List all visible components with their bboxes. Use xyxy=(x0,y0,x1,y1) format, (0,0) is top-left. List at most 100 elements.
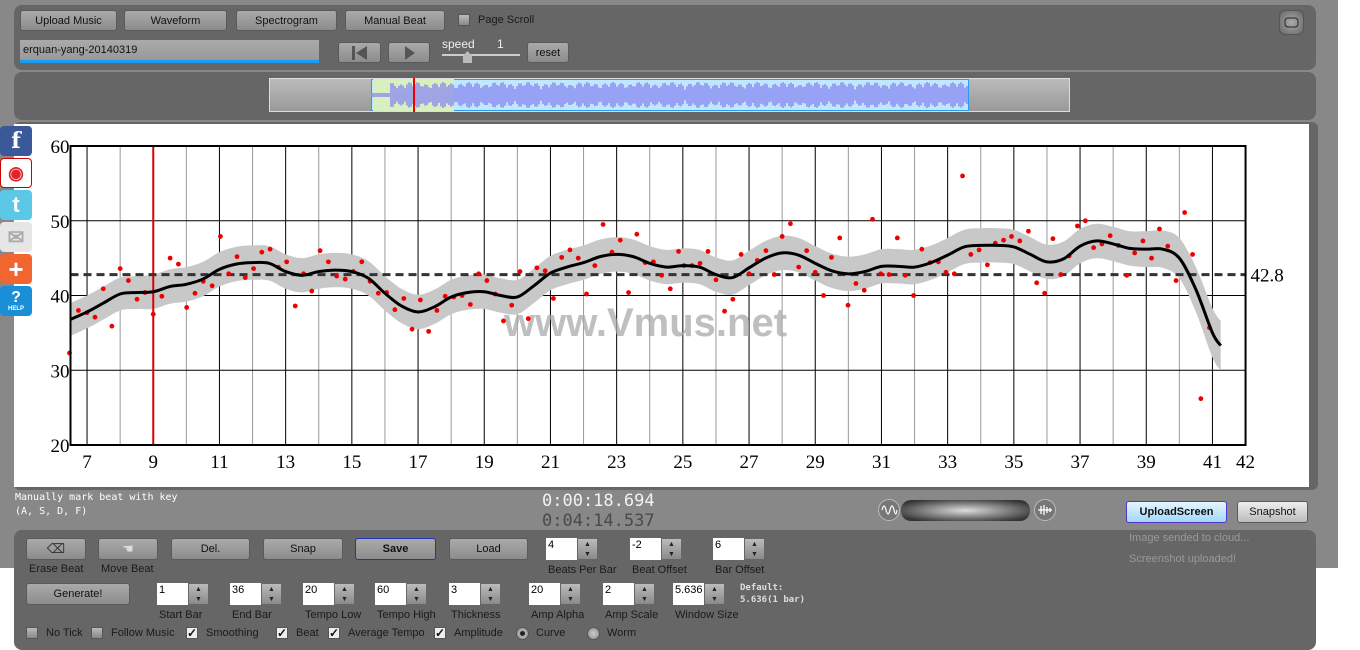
arrow-up-icon[interactable]: ▲ xyxy=(711,586,718,593)
arrow-down-icon[interactable]: ▼ xyxy=(584,551,591,558)
arrow-down-icon[interactable]: ▼ xyxy=(711,596,718,603)
arrow-up-icon[interactable]: ▲ xyxy=(341,586,348,593)
amp-alpha-spinner[interactable]: 20 ▲ ▼ xyxy=(529,583,581,605)
worm-radio[interactable] xyxy=(587,627,600,640)
waveform-button[interactable]: Waveform xyxy=(124,10,227,31)
beat-tempo-point xyxy=(659,272,665,278)
volume-slider[interactable] xyxy=(901,500,1030,521)
tempo-low-input[interactable]: 20 xyxy=(303,583,334,605)
beat-checkbox[interactable]: ✓ xyxy=(276,627,288,639)
speed-slider[interactable] xyxy=(442,54,520,56)
end-bar-spinner[interactable]: 36 ▲ ▼ xyxy=(230,583,282,605)
upload-music-button[interactable]: Upload Music xyxy=(20,10,117,31)
manual-beat-button[interactable]: Manual Beat xyxy=(345,10,445,31)
arrow-down-icon[interactable]: ▼ xyxy=(641,596,648,603)
arrow-up-icon[interactable]: ▲ xyxy=(584,541,591,548)
beat-offset-input[interactable]: -2 xyxy=(630,538,661,560)
tempo-high-spinner[interactable]: 60 ▲ ▼ xyxy=(375,583,427,605)
mail-icon[interactable]: ✉ xyxy=(0,222,32,252)
window-size-stepper[interactable]: ▲ ▼ xyxy=(704,583,725,605)
arrow-down-icon[interactable]: ▼ xyxy=(751,551,758,558)
arrow-up-icon[interactable]: ▲ xyxy=(195,586,202,593)
bar-offset-input[interactable]: 6 xyxy=(713,538,744,560)
thickness-spinner[interactable]: 3 ▲ ▼ xyxy=(449,583,501,605)
snapshot-button[interactable]: Snapshot xyxy=(1237,501,1308,523)
beat-offset-stepper[interactable]: ▲ ▼ xyxy=(661,538,682,560)
follow-music-checkbox[interactable] xyxy=(91,627,103,639)
title-input[interactable]: erquan-yang-20140319 xyxy=(20,40,319,63)
beats-per-bar-stepper[interactable]: ▲ ▼ xyxy=(577,538,598,560)
bar-offset-stepper[interactable]: ▲ ▼ xyxy=(744,538,765,560)
delete-button[interactable]: Del. xyxy=(171,538,250,560)
playhead[interactable] xyxy=(413,78,415,112)
arrow-down-icon[interactable]: ▼ xyxy=(341,596,348,603)
arrow-up-icon[interactable]: ▲ xyxy=(268,586,275,593)
tempo-low-stepper[interactable]: ▲ ▼ xyxy=(334,583,355,605)
beat-offset-spinner[interactable]: -2 ▲ ▼ xyxy=(630,538,682,560)
arrow-down-icon[interactable]: ▼ xyxy=(487,596,494,603)
skip-back-button[interactable] xyxy=(338,42,381,63)
help-icon[interactable]: ? HELP xyxy=(0,286,32,316)
arrow-up-icon[interactable]: ▲ xyxy=(668,541,675,548)
amp-alpha-input[interactable]: 20 xyxy=(529,583,560,605)
arrow-up-icon[interactable]: ▲ xyxy=(567,586,574,593)
amp-alpha-stepper[interactable]: ▲ ▼ xyxy=(560,583,581,605)
tempo-high-stepper[interactable]: ▲ ▼ xyxy=(406,583,427,605)
start-bar-spinner[interactable]: 1 ▲ ▼ xyxy=(157,583,209,605)
generate-button[interactable]: Generate! xyxy=(26,583,130,605)
audio-wave-icon[interactable] xyxy=(1034,499,1056,521)
tempo-chart[interactable]: www.Vmus.net 7 9 11 13 15 17 19 21 23 25 27 29 31 33 35… xyxy=(14,124,1309,487)
arrow-up-icon[interactable]: ▲ xyxy=(487,586,494,593)
window-size-spinner[interactable]: 5.636 ▲ ▼ xyxy=(673,583,725,605)
average-tempo-checkbox[interactable]: ✓ xyxy=(328,627,340,639)
window-size-input[interactable]: 5.636 xyxy=(673,583,704,605)
arrow-down-icon[interactable]: ▼ xyxy=(567,596,574,603)
start-bar-input[interactable]: 1 xyxy=(157,583,188,605)
thickness-stepper[interactable]: ▲ ▼ xyxy=(480,583,501,605)
fullscreen-icon[interactable] xyxy=(1279,10,1304,35)
amp-scale-stepper[interactable]: ▲ ▼ xyxy=(634,583,655,605)
arrow-up-icon[interactable]: ▲ xyxy=(751,541,758,548)
bar-offset-label: Bar Offset xyxy=(715,564,765,576)
beats-per-bar-input[interactable]: 4 xyxy=(546,538,577,560)
move-beat-button[interactable]: ☚ xyxy=(98,538,158,560)
thickness-input[interactable]: 3 xyxy=(449,583,480,605)
worm-label: Worm xyxy=(607,627,637,639)
tempo-high-input[interactable]: 60 xyxy=(375,583,406,605)
arrow-up-icon[interactable]: ▲ xyxy=(413,586,420,593)
no-tick-checkbox[interactable] xyxy=(26,627,38,639)
save-button[interactable]: Save xyxy=(355,538,436,560)
waveform-overview[interactable] xyxy=(269,78,1070,112)
tempo-low-spinner[interactable]: 20 ▲ ▼ xyxy=(303,583,355,605)
weibo-icon[interactable]: ◉ xyxy=(0,158,32,188)
x-tick-label: 37 xyxy=(1071,452,1090,473)
facebook-icon[interactable]: f xyxy=(0,126,32,156)
upload-screen-button[interactable]: UploadScreen xyxy=(1126,501,1227,523)
arrow-up-icon[interactable]: ▲ xyxy=(641,586,648,593)
plus-share-icon[interactable]: + xyxy=(0,254,32,284)
load-button[interactable]: Load xyxy=(449,538,528,560)
spectrogram-button[interactable]: Spectrogram xyxy=(236,10,337,31)
erase-beat-button[interactable]: ⌫ xyxy=(26,538,86,560)
snap-button[interactable]: Snap xyxy=(263,538,343,560)
arrow-down-icon[interactable]: ▼ xyxy=(268,596,275,603)
amplitude-checkbox[interactable]: ✓ xyxy=(434,627,446,639)
page-scroll-checkbox[interactable] xyxy=(458,14,470,26)
end-bar-input[interactable]: 36 xyxy=(230,583,261,605)
beats-per-bar-spinner[interactable]: 4 ▲ ▼ xyxy=(546,538,598,560)
arrow-down-icon[interactable]: ▼ xyxy=(413,596,420,603)
bar-offset-spinner[interactable]: 6 ▲ ▼ xyxy=(713,538,765,560)
amp-scale-spinner[interactable]: 2 ▲ ▼ xyxy=(603,583,655,605)
amp-scale-input[interactable]: 2 xyxy=(603,583,634,605)
waveform-toggle-icon[interactable] xyxy=(878,499,900,521)
smoothing-checkbox[interactable]: ✓ xyxy=(186,627,198,639)
twitter-icon[interactable]: t xyxy=(0,190,32,220)
reset-button[interactable]: reset xyxy=(527,42,569,63)
arrow-down-icon[interactable]: ▼ xyxy=(195,596,202,603)
beat-tempo-point xyxy=(1091,245,1097,251)
start-bar-stepper[interactable]: ▲ ▼ xyxy=(188,583,209,605)
curve-radio[interactable] xyxy=(516,627,529,640)
play-button[interactable] xyxy=(388,42,430,63)
arrow-down-icon[interactable]: ▼ xyxy=(668,551,675,558)
end-bar-stepper[interactable]: ▲ ▼ xyxy=(261,583,282,605)
